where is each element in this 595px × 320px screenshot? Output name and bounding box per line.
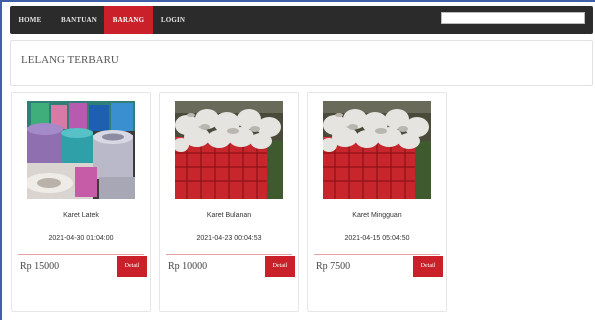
product-date: 2021-04-15 05:04:50 <box>344 235 410 242</box>
section-heading-box: LELANG TERBARU <box>10 40 593 86</box>
nav-bantuan[interactable]: BANTUAN <box>54 6 104 34</box>
price-row: Rp 10000 Detail <box>166 254 295 277</box>
product-image[interactable] <box>323 101 431 199</box>
nav-barang[interactable]: BARANG <box>104 6 153 34</box>
product-date: 2021-04-23 00:04:53 <box>196 235 262 242</box>
price-row: Rp 7500 Detail <box>314 254 443 277</box>
window-frame-top <box>0 0 595 2</box>
search-input[interactable] <box>441 12 585 24</box>
detail-button[interactable]: Detail <box>413 256 443 277</box>
detail-button[interactable]: Detail <box>265 256 295 277</box>
page-title: LELANG TERBARU <box>21 54 119 66</box>
price-row: Rp 15000 Detail <box>18 254 147 277</box>
detail-button[interactable]: Detail <box>117 256 147 277</box>
product-card: Karet Mingguan 2021-04-15 05:04:50 Rp 75… <box>307 92 447 312</box>
product-name: Karet Mingguan <box>352 212 402 219</box>
window-frame-left <box>0 0 2 320</box>
nav-home[interactable]: HOME <box>10 6 50 34</box>
product-date: 2021-04-30 01:04:00 <box>48 235 114 242</box>
product-name: Karet Latek <box>63 212 99 219</box>
top-navbar: HOME BANTUAN BARANG LOGIN <box>10 6 593 34</box>
product-image[interactable] <box>175 101 283 199</box>
product-image[interactable] <box>27 101 135 199</box>
product-price: Rp 7500 <box>316 261 351 272</box>
product-price: Rp 15000 <box>20 261 60 272</box>
product-card: Karet Latek 2021-04-30 01:04:00 Rp 15000… <box>11 92 151 312</box>
nav-login[interactable]: LOGIN <box>156 6 190 34</box>
product-price: Rp 10000 <box>168 261 208 272</box>
product-name: Karet Bulanan <box>206 212 252 219</box>
product-card: Karet Bulanan 2021-04-23 00:04:53 Rp 100… <box>159 92 299 312</box>
